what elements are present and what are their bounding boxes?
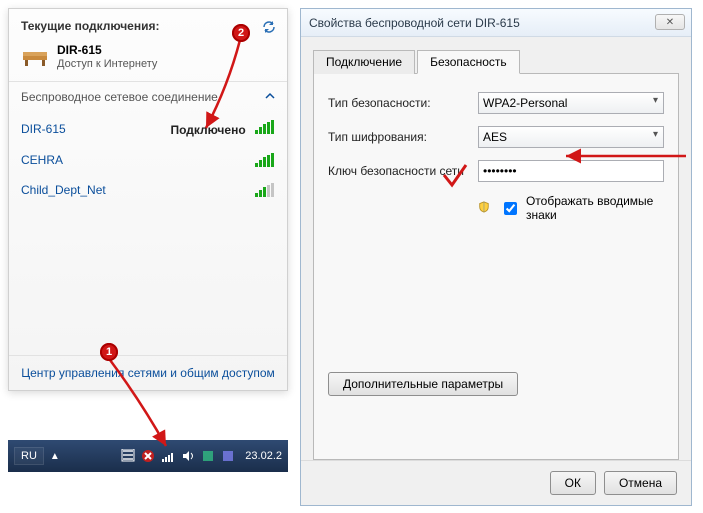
volume-icon[interactable]	[181, 449, 195, 463]
network-tray-icon[interactable]	[161, 449, 175, 463]
tab-security[interactable]: Безопасность	[417, 50, 520, 74]
spacer	[9, 205, 287, 355]
dialog-buttons: ОК Отмена	[301, 460, 691, 505]
current-connections-label: Текущие подключения:	[21, 19, 159, 33]
wifi-properties-dialog: Свойства беспроводной сети DIR-615 ✕ Под…	[300, 8, 692, 506]
language-indicator[interactable]: RU	[14, 447, 44, 465]
security-warning-icon[interactable]	[141, 449, 155, 463]
security-type-label: Тип безопасности:	[328, 96, 478, 110]
network-flyout: Текущие подключения: DIR-615 Доступ к Ин…	[8, 8, 288, 391]
uac-shield-icon	[478, 201, 490, 215]
annotation-badge-2: 2	[232, 24, 250, 42]
tabstrip: Подключение Безопасность	[313, 49, 679, 74]
wireless-section[interactable]: Беспроводное сетевое соединение	[9, 82, 287, 112]
encryption-type-select[interactable]: AES	[478, 126, 664, 148]
titlebar: Свойства беспроводной сети DIR-615 ✕	[301, 9, 691, 37]
ssid-label: CEHRA	[21, 153, 63, 167]
network-map-icon	[21, 46, 49, 68]
current-network-name: DIR-615	[57, 43, 157, 57]
security-key-label: Ключ безопасности сети	[328, 164, 478, 178]
show-chars-label: Отображать вводимые знаки	[526, 194, 664, 222]
wireless-section-label: Беспроводное сетевое соединение	[21, 90, 218, 104]
taskbar: RU ▲ 23.02.2	[8, 440, 288, 472]
ssid-label: Child_Dept_Net	[21, 183, 106, 197]
ssid-label: DIR-615	[21, 122, 66, 136]
current-connection[interactable]: DIR-615 Доступ к Интернету	[9, 39, 287, 81]
tray-overflow-icon[interactable]: ▲	[50, 451, 60, 462]
network-item-child[interactable]: Child_Dept_Net	[9, 175, 287, 205]
close-button[interactable]: ✕	[655, 14, 685, 30]
network-item-dir615[interactable]: DIR-615 Подключено	[9, 112, 287, 145]
signal-icon	[255, 153, 275, 167]
show-chars-checkbox[interactable]	[504, 202, 517, 215]
connected-label: Подключено	[170, 123, 245, 137]
tab-content-security: Тип безопасности: WPA2-Personal Тип шифр…	[313, 74, 679, 460]
tab-connection[interactable]: Подключение	[313, 50, 415, 74]
advanced-params-button[interactable]: Дополнительные параметры	[328, 372, 518, 396]
tray-app-icon-2[interactable]	[221, 449, 235, 463]
chevron-up-icon[interactable]	[265, 90, 275, 100]
ok-button[interactable]: ОК	[550, 471, 596, 495]
annotation-badge-1: 1	[100, 343, 118, 361]
clock[interactable]: 23.02.2	[245, 450, 282, 462]
action-center-icon[interactable]	[121, 449, 135, 463]
tray-app-icon[interactable]	[201, 449, 215, 463]
signal-icon	[255, 120, 275, 134]
security-key-input[interactable]	[478, 160, 664, 182]
cancel-button[interactable]: Отмена	[604, 471, 677, 495]
security-type-select[interactable]: WPA2-Personal	[478, 92, 664, 114]
flyout-footer: Центр управления сетями и общим доступом	[9, 355, 287, 390]
encryption-type-label: Тип шифрования:	[328, 130, 478, 144]
network-item-cehra[interactable]: CEHRA	[9, 145, 287, 175]
signal-icon	[255, 183, 275, 197]
dialog-title: Свойства беспроводной сети DIR-615	[309, 16, 520, 30]
refresh-icon[interactable]	[261, 19, 277, 35]
network-center-link[interactable]: Центр управления сетями и общим доступом	[21, 366, 275, 380]
current-network-status: Доступ к Интернету	[57, 57, 157, 71]
